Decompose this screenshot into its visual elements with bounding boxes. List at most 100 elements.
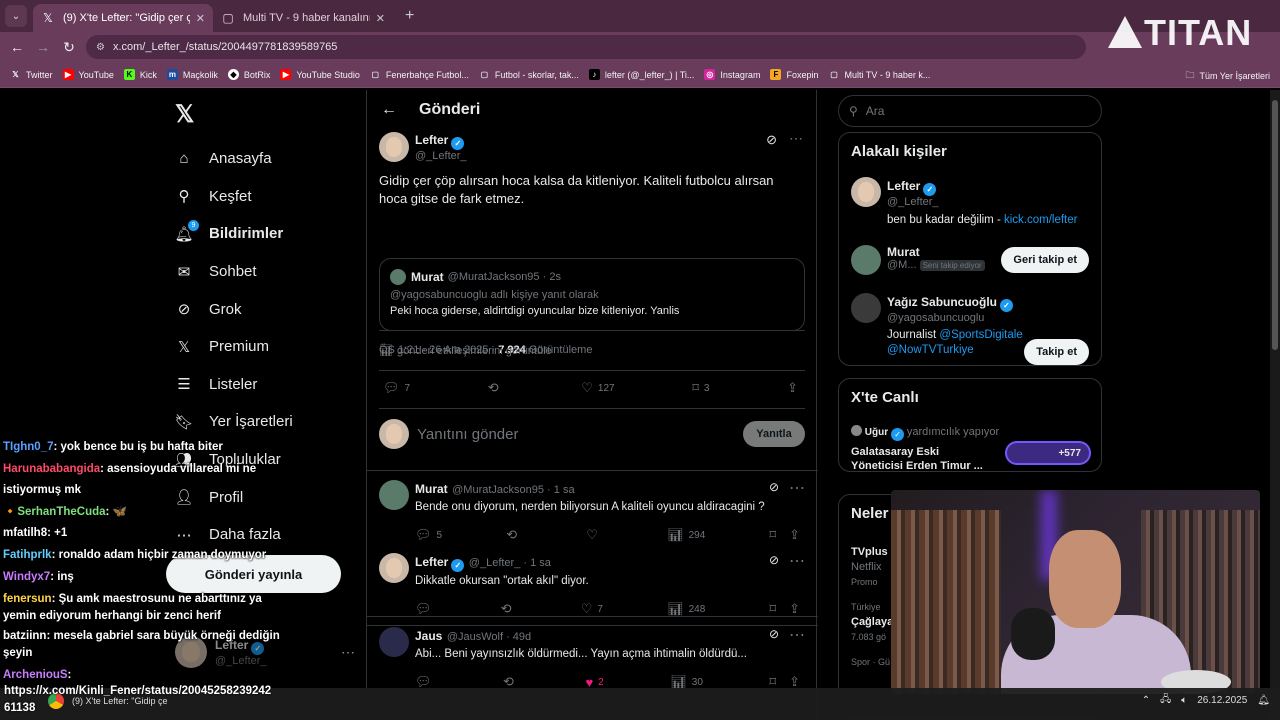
new-tab-button[interactable]: + — [405, 7, 414, 25]
grok-icon[interactable]: ⊘ — [769, 627, 779, 641]
list-icon: ☰ — [177, 376, 191, 394]
bio-link[interactable]: @SportsDigitale — [939, 329, 1022, 341]
search-input[interactable]: ⚲ Ara — [838, 95, 1102, 127]
tab-title: Multi TV - 9 haber kanalını aynı — [243, 12, 370, 24]
bookmark-youtube-studio[interactable]: ▶ YouTube Studio — [280, 69, 360, 80]
volume-icon[interactable]: 🔈︎ — [1181, 695, 1187, 706]
repost-button[interactable]: ⟲ — [501, 601, 517, 617]
bookmark-fenerbahce[interactable]: ▢ Fenerbahçe Futbol... — [370, 69, 469, 80]
site-info-icon[interactable]: ⚙ — [96, 42, 105, 53]
back-icon[interactable]: ← — [4, 39, 30, 55]
bookmark-mackolik[interactable]: m Maçkolik — [166, 69, 218, 80]
x-logo-icon[interactable]: 𝕏 — [175, 100, 194, 129]
bookmark-youtube[interactable]: ▶ YouTube — [62, 69, 114, 80]
network-icon[interactable]: 🖧︎ — [1160, 692, 1171, 709]
views-button[interactable]: 📊︎ 248 — [667, 601, 705, 617]
like-button[interactable]: ♡ 127 — [581, 380, 614, 396]
live-item[interactable]: Uğur ✓ yardımcılık yapıyor Galatasaray Es… — [851, 425, 1091, 473]
quote-author-handle: @MuratJackson95 · 2s — [447, 271, 561, 283]
sidebar-item-explore[interactable]: ⚲ Keşfet — [175, 178, 293, 216]
sidebar-item-grok[interactable]: ⊘ Grok — [175, 290, 293, 328]
follow-button[interactable]: Takip et — [1024, 339, 1089, 365]
reply-author-name[interactable]: Jaus — [415, 629, 442, 643]
bookmark-twitter[interactable]: 𝕏 Twitter — [10, 69, 52, 80]
tweet-author-handle[interactable]: @_Lefter_ — [415, 150, 467, 162]
avatar — [851, 245, 881, 275]
sidebar-item-home[interactable]: ⌂ Anasayfa — [175, 140, 293, 178]
avatar — [379, 627, 409, 657]
like-button[interactable]: ♡ 7 — [581, 601, 603, 617]
all-bookmarks[interactable]: 🗀 Tüm Yer İşaretleri — [1185, 68, 1270, 84]
share-button[interactable]: ⇪ — [787, 380, 803, 396]
tab-inactive[interactable]: ▢ Multi TV - 9 haber kanalını aynı ✕ — [213, 4, 393, 32]
grok-icon[interactable]: ⊘ — [766, 132, 777, 148]
reply-author-name[interactable]: Lefter ✓ — [415, 555, 465, 572]
tweet-author-name[interactable]: Lefter ✓ — [415, 133, 467, 150]
reply-button[interactable]: 💬︎ — [415, 601, 437, 617]
close-tab-icon[interactable]: ✕ — [376, 12, 385, 25]
avatar[interactable] — [379, 132, 409, 162]
bio-link[interactable]: @NowTVTurkiye — [887, 344, 974, 356]
views-button[interactable]: 📊︎ 294 — [667, 527, 705, 543]
follow-back-button[interactable]: Geri takip et — [1001, 247, 1089, 273]
bookmark-tiktok[interactable]: ♪ lefter (@_lefter_) | Ti... — [588, 69, 694, 80]
trend-item[interactable]: TVplus — [851, 545, 893, 560]
bookmark-button[interactable]: ⌑ 3 — [692, 380, 709, 396]
reply-button[interactable]: 💬︎ 5 — [415, 527, 442, 543]
tab-search-button[interactable]: ⌄ — [5, 5, 27, 27]
bookmark-foxepin[interactable]: F Foxepin — [770, 69, 818, 80]
sidebar-item-bookmarks[interactable]: 🔖︎ Yer İşaretleri — [174, 403, 292, 441]
bookmark-button[interactable]: ⌑ ⇪ — [769, 601, 805, 617]
quoted-tweet[interactable]: Murat @MuratJackson95 · 2s @yagosabuncuo… — [379, 258, 805, 331]
grok-icon[interactable]: ⊘ — [769, 480, 779, 494]
tab-active[interactable]: 𝕏 (9) X'te Lefter: "Gidip çer çöp alır ✕ — [33, 4, 213, 32]
bookmark-botrix[interactable]: ◆ BotRix — [227, 69, 270, 80]
reply-author-name[interactable]: Murat — [415, 482, 448, 496]
reply-input[interactable]: Yanıtını gönder — [417, 426, 518, 443]
chevron-up-icon[interactable]: ⌃ — [1142, 695, 1150, 706]
repost-button[interactable]: ⟲ — [506, 527, 522, 543]
sidebar-item-chat[interactable]: ✉ Sohbet — [175, 253, 293, 291]
notification-icon[interactable]: 🔔︎ — [1257, 695, 1270, 706]
date-text[interactable]: 26.12.2025 — [1197, 695, 1247, 706]
reply-submit-button[interactable]: Yanıtla — [743, 421, 805, 447]
trend-item[interactable]: Çağlaya — [851, 615, 893, 630]
bookmark-instagram[interactable]: ◎ Instagram — [704, 69, 760, 80]
bio-link[interactable]: kick.com/lefter — [1004, 214, 1078, 226]
trend-item: Spor · Gü — [851, 657, 891, 667]
trend-item: Netflix — [851, 561, 882, 573]
back-arrow-icon[interactable]: ← — [381, 101, 397, 119]
live-listeners[interactable]: +577 — [1005, 441, 1091, 465]
reload-icon[interactable]: ↻ — [56, 39, 82, 56]
sidebar-item-lists[interactable]: ☰ Listeler — [175, 366, 293, 404]
reply-button[interactable]: 💬︎ 7 — [383, 380, 410, 396]
url-bar[interactable]: ⚙ x.com/_Lefter_/status/2004497781839589… — [86, 35, 1086, 59]
sidebar-item-notifications[interactable]: 🔔︎ 9 Bildirimler — [174, 215, 293, 253]
forward-icon[interactable]: → — [30, 39, 56, 55]
view-engagements-link[interactable]: 📊︎ gönderi etkileşimlerini görüntüle — [379, 344, 552, 357]
person-handle: @M... Seni takip ediyor — [887, 259, 985, 271]
analytics-icon: 📊︎ — [379, 345, 393, 357]
bookmark-button[interactable]: ⌑ ⇪ — [769, 527, 805, 543]
x-logo-icon: 𝕏 — [177, 338, 191, 356]
bookmark-futbol[interactable]: ▢ Futbol - skorlar, tak... — [479, 69, 579, 80]
grok-icon[interactable]: ⊘ — [769, 553, 779, 567]
more-icon[interactable]: ⋯ — [789, 130, 803, 147]
system-tray: ⌃ 🖧︎ 🔈︎ 26.12.2025 🔔︎ — [1142, 692, 1270, 709]
repost-button[interactable]: ⟲ — [488, 380, 504, 396]
bookmark-kick[interactable]: K Kick — [123, 69, 157, 80]
more-icon[interactable]: ⋯ — [789, 478, 805, 498]
more-icon[interactable]: ⋯ — [341, 644, 355, 661]
sidebar-item-premium[interactable]: 𝕏 Premium — [175, 328, 293, 366]
like-button[interactable]: ♡ — [586, 527, 603, 543]
chat-message: Windyx7: inş — [3, 570, 74, 583]
quote-author-name: Murat — [411, 270, 444, 284]
scrollbar[interactable] — [1270, 90, 1280, 720]
close-tab-icon[interactable]: ✕ — [196, 12, 205, 25]
avatar — [851, 293, 881, 323]
bookmark-multitv[interactable]: ▢ Multi TV - 9 haber k... — [828, 69, 930, 80]
kick-icon: K — [123, 69, 135, 80]
live-title: Galatasaray Eski Yöneticisi Erden Timur … — [851, 446, 983, 472]
more-icon[interactable]: ⋯ — [789, 551, 805, 571]
more-icon[interactable]: ⋯ — [789, 625, 805, 645]
